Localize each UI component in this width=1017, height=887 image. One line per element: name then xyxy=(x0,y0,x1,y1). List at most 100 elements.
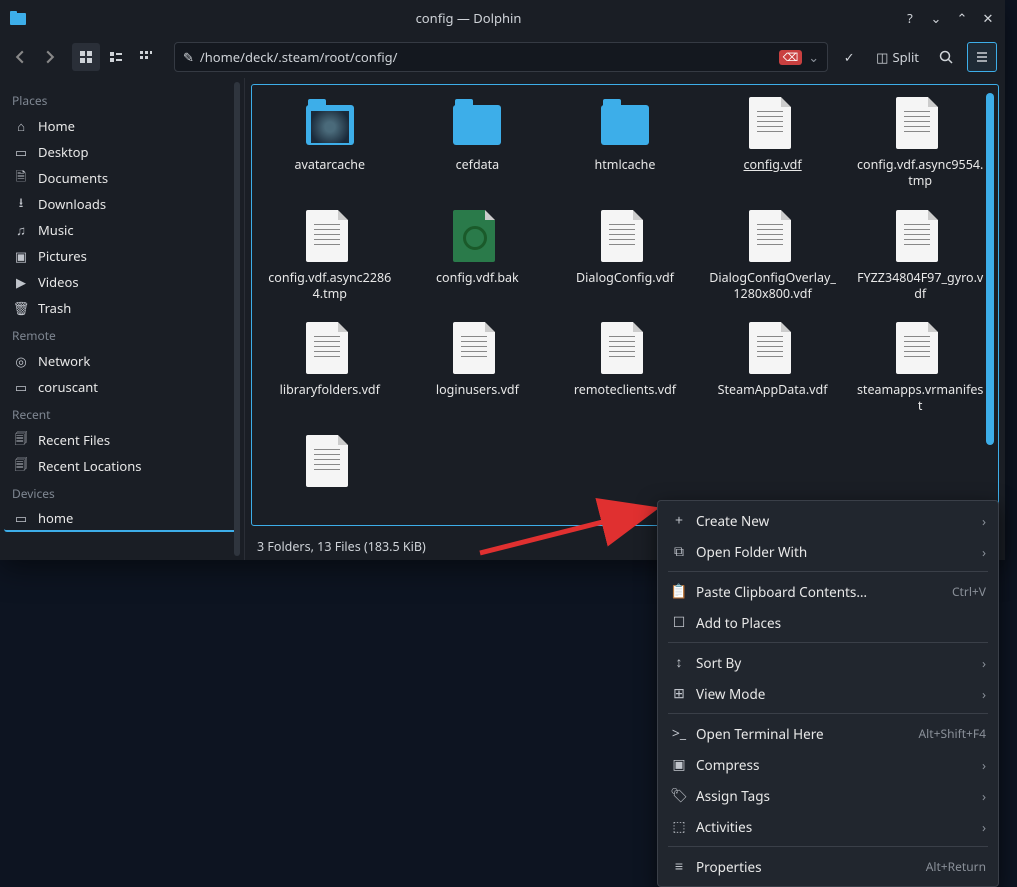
menu-item-icon: ⊞ xyxy=(670,684,688,703)
file-item[interactable]: remoteclients.vdf xyxy=(555,318,695,419)
sidebar-item-label: Network xyxy=(38,352,90,370)
recent-loc-icon: 🗐 xyxy=(12,455,30,478)
menu-item-compress[interactable]: ▣Compress› xyxy=(658,749,998,780)
file-item[interactable]: config.vdf.bak xyxy=(408,206,548,307)
file-icon xyxy=(306,435,354,489)
file-scrollbar[interactable] xyxy=(986,93,994,445)
sidebar-item-videos[interactable]: ▶ Videos xyxy=(4,269,240,295)
file-label: steamapps.vrmanifest xyxy=(855,382,985,415)
sidebar: Places⌂Home▭Desktop🗎Documents⭳Downloads♫… xyxy=(0,78,245,560)
sidebar-item-music[interactable]: ♫Music xyxy=(4,217,240,243)
sidebar-item-recent-files[interactable]: 🗐Recent Files xyxy=(4,427,240,453)
path-text: /home/deck/.steam/root/config/ xyxy=(200,48,779,66)
file-label: config.vdf.bak xyxy=(436,270,519,286)
icon-view-button[interactable] xyxy=(72,43,100,71)
file-item[interactable]: DialogConfigOverlay_1280x800.vdf xyxy=(703,206,843,307)
sidebar-section-title: Recent xyxy=(4,400,240,427)
sidebar-item-pictures[interactable]: ▣Pictures xyxy=(4,243,240,269)
file-icon xyxy=(896,322,944,376)
split-label: Split xyxy=(892,48,919,66)
menu-item-properties[interactable]: ≡PropertiesAlt+Return xyxy=(658,851,998,882)
menu-item-shortcut: Alt+Return xyxy=(926,858,986,875)
compact-view-button[interactable] xyxy=(102,43,130,71)
file-icon xyxy=(896,97,944,151)
sidebar-item-label: Videos xyxy=(38,273,79,291)
chevron-right-icon: › xyxy=(982,818,986,836)
maximize-button[interactable]: ⌃ xyxy=(953,9,971,27)
folder-item[interactable]: htmlcache xyxy=(555,93,695,194)
sidebar-item-documents[interactable]: 🗎Documents xyxy=(4,165,240,191)
folder-item[interactable]: avatarcache xyxy=(260,93,400,194)
menu-item-icon: ⧉ xyxy=(670,542,688,561)
menu-item-view-mode[interactable]: ⊞View Mode› xyxy=(658,678,998,709)
file-label: config.vdf.async9554.tmp xyxy=(855,157,985,190)
forward-button[interactable] xyxy=(38,45,62,69)
details-view-button[interactable] xyxy=(132,43,160,71)
sidebar-item-label: Home xyxy=(38,117,75,135)
file-item[interactable]: loginusers.vdf xyxy=(408,318,548,419)
file-item[interactable]: config.vdf.async22864.tmp xyxy=(260,206,400,307)
menu-item-open-terminal-here[interactable]: >_Open Terminal HereAlt+Shift+F4 xyxy=(658,718,998,749)
desktop-icon: ▭ xyxy=(12,143,30,161)
file-view[interactable]: avatarcachecefdata htmlcache config.vdf con… xyxy=(251,84,999,526)
close-button[interactable]: ✕ xyxy=(979,9,997,27)
menu-item-paste-clipboard-contents[interactable]: 📋Paste Clipboard Contents…Ctrl+V xyxy=(658,576,998,607)
file-label: htmlcache xyxy=(595,157,656,173)
back-button[interactable] xyxy=(8,45,32,69)
sidebar-item-label: Trash xyxy=(38,299,71,317)
menu-item-shortcut: Alt+Shift+F4 xyxy=(919,725,986,742)
path-dropdown-icon[interactable]: ⌄ xyxy=(808,48,819,66)
menu-item-icon: 📋 xyxy=(670,582,688,601)
sidebar-item-downloads[interactable]: ⭳Downloads xyxy=(4,191,240,217)
menu-item-shortcut: Ctrl+V xyxy=(952,583,986,600)
file-item[interactable]: steamapps.vrmanifest xyxy=(850,318,990,419)
file-item[interactable]: SteamAppData.vdf xyxy=(703,318,843,419)
sidebar-section-title: Remote xyxy=(4,321,240,348)
sidebar-item-home[interactable]: ▭home xyxy=(4,506,240,532)
folder-item[interactable]: cefdata xyxy=(408,93,548,194)
help-button[interactable]: ? xyxy=(901,9,919,27)
file-item[interactable]: DialogConfig.vdf xyxy=(555,206,695,307)
file-item[interactable]: FYZZ34804F97_gyro.vdf xyxy=(850,206,990,307)
menu-item-activities[interactable]: ⬚Activities› xyxy=(658,811,998,842)
sidebar-item-label: Recent Files xyxy=(38,431,110,449)
docs-icon: 🗎 xyxy=(12,167,30,190)
menu-item-sort-by[interactable]: ↕Sort By› xyxy=(658,647,998,678)
menu-item-icon: ☐ xyxy=(670,613,688,632)
file-label: libraryfolders.vdf xyxy=(280,382,380,398)
network-icon: ◎ xyxy=(12,352,30,370)
sidebar-item-trash[interactable]: 🗑Trash xyxy=(4,295,240,321)
menu-item-open-folder-with[interactable]: ⧉Open Folder With› xyxy=(658,536,998,567)
file-item[interactable]: config.vdf xyxy=(703,93,843,194)
menu-item-create-new[interactable]: +Create New› xyxy=(658,505,998,536)
search-button[interactable] xyxy=(931,42,961,72)
sidebar-item-home[interactable]: ⌂Home xyxy=(4,113,240,139)
file-icon xyxy=(601,210,649,264)
remote-icon: ▭ xyxy=(12,378,30,396)
menu-button[interactable] xyxy=(967,42,997,72)
menu-item-icon: ↕ xyxy=(670,653,688,672)
file-item[interactable] xyxy=(260,431,400,499)
menu-item-add-to-places[interactable]: ☐Add to Places xyxy=(658,607,998,638)
split-button[interactable]: ◫ Split xyxy=(870,42,925,72)
sidebar-item-label: home xyxy=(38,509,73,527)
split-icon: ◫ xyxy=(876,48,888,66)
sidebar-scrollbar[interactable] xyxy=(234,82,240,556)
minimize-button[interactable]: ⌄ xyxy=(927,9,945,27)
file-item[interactable]: config.vdf.async9554.tmp xyxy=(850,93,990,194)
context-menu: +Create New›⧉Open Folder With› 📋Paste Cli… xyxy=(657,500,999,887)
sidebar-item-network[interactable]: ◎ Network xyxy=(4,348,240,374)
file-item[interactable]: libraryfolders.vdf xyxy=(260,318,400,419)
menu-separator xyxy=(668,571,988,572)
menu-item-assign-tags[interactable]: 🏷Assign Tags› xyxy=(658,780,998,811)
file-label: remoteclients.vdf xyxy=(574,382,676,398)
address-bar[interactable]: ✎ /home/deck/.steam/root/config/ ⌫ ⌄ xyxy=(174,42,828,72)
sidebar-item-desktop[interactable]: ▭Desktop xyxy=(4,139,240,165)
videos-icon: ▶ xyxy=(12,273,30,291)
sidebar-item-recent-locations[interactable]: 🗐Recent Locations xyxy=(4,453,240,479)
menu-item-icon: >_ xyxy=(670,724,688,743)
clear-path-button[interactable]: ⌫ xyxy=(779,50,803,65)
sidebar-item-coruscant[interactable]: ▭coruscant xyxy=(4,374,240,400)
accept-button[interactable]: ✓ xyxy=(834,42,864,72)
file-label: config.vdf xyxy=(743,157,801,173)
